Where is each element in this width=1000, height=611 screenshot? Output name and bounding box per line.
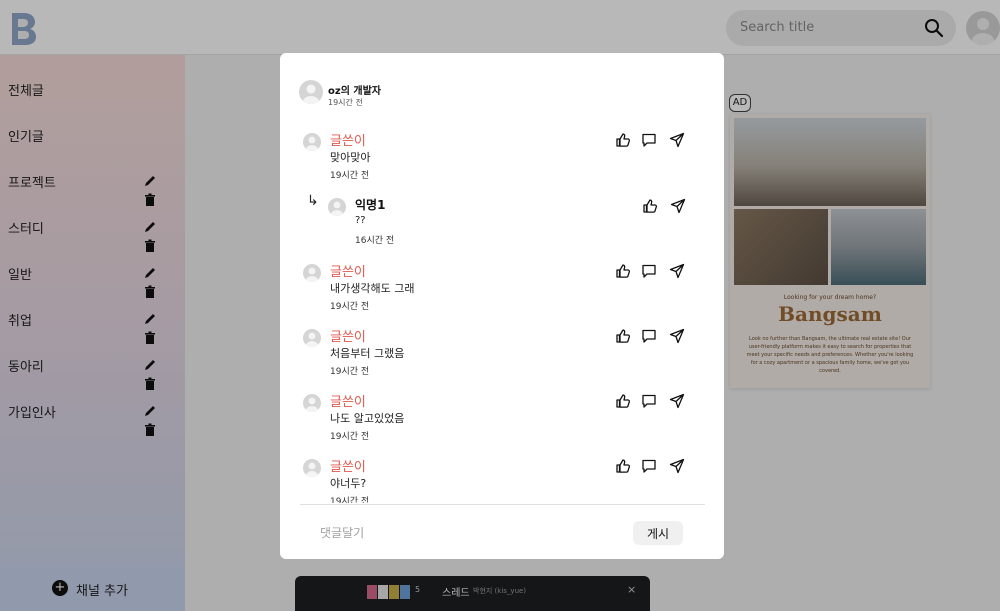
reply-arrow-icon: ↳ xyxy=(307,193,319,209)
comment-icon[interactable] xyxy=(641,263,657,279)
thumbs-up-icon[interactable] xyxy=(615,393,631,409)
reply-item: ↳ 익명1 ?? 16시간 전 xyxy=(280,190,724,250)
comment-list[interactable]: 글쓴이 맞아맞아 19시간 전 ↳ 익명1 ?? 16시간 전 글쓴이 내가생각… xyxy=(280,125,724,503)
comment-text: 야너두? xyxy=(330,477,367,490)
thumbs-up-icon[interactable] xyxy=(615,458,631,474)
comment-input[interactable] xyxy=(320,523,620,543)
avatar xyxy=(328,198,346,216)
comment-item: 글쓴이 나도 알고있었음 19시간 전 xyxy=(280,386,724,446)
comment-item: 글쓴이 내가생각해도 그래 19시간 전 xyxy=(280,256,724,316)
avatar xyxy=(303,133,321,151)
comment-author: 글쓴이 xyxy=(330,460,366,475)
comment-icon[interactable] xyxy=(641,458,657,474)
comment-author: 글쓴이 xyxy=(330,395,366,410)
comment-text: 내가생각해도 그래 xyxy=(330,282,415,295)
avatar xyxy=(303,459,321,477)
reply-time: 16시간 전 xyxy=(355,236,395,246)
divider xyxy=(300,504,705,505)
send-icon[interactable] xyxy=(669,263,685,279)
comment-text: 나도 알고있었음 xyxy=(330,412,405,425)
comment-author: 글쓴이 xyxy=(330,265,366,280)
comment-time: 19시간 전 xyxy=(330,497,370,503)
reply-text: ?? xyxy=(355,215,366,226)
comment-item: 글쓴이 야너두? 19시간 전 xyxy=(280,451,724,503)
thumbs-up-icon[interactable] xyxy=(615,132,631,148)
send-icon[interactable] xyxy=(669,458,685,474)
avatar xyxy=(299,80,323,104)
comment-author: 글쓴이 xyxy=(330,134,366,149)
avatar xyxy=(303,394,321,412)
comments-modal: oz의 개발자 19시간 전 글쓴이 맞아맞아 19시간 전 ↳ 익명1 ?? … xyxy=(280,53,724,559)
comment-icon[interactable] xyxy=(641,132,657,148)
comment-text: 처음부터 그랬음 xyxy=(330,347,405,360)
send-icon[interactable] xyxy=(669,132,685,148)
thumbs-up-icon[interactable] xyxy=(615,328,631,344)
comment-icon[interactable] xyxy=(641,393,657,409)
reply-author: 익명1 xyxy=(355,198,386,212)
avatar xyxy=(303,329,321,347)
comment-time: 19시간 전 xyxy=(330,432,370,442)
send-icon[interactable] xyxy=(669,328,685,344)
send-icon[interactable] xyxy=(670,198,686,214)
comment-time: 19시간 전 xyxy=(330,367,370,377)
post-button[interactable]: 게시 xyxy=(633,521,683,545)
avatar xyxy=(303,264,321,282)
comment-time: 19시간 전 xyxy=(330,302,370,312)
thumbs-up-icon[interactable] xyxy=(642,198,658,214)
post-author: oz의 개발자 xyxy=(328,86,381,97)
send-icon[interactable] xyxy=(669,393,685,409)
comment-author: 글쓴이 xyxy=(330,330,366,345)
thumbs-up-icon[interactable] xyxy=(615,263,631,279)
comment-item: 글쓴이 처음부터 그랬음 19시간 전 xyxy=(280,321,724,381)
comment-item: 글쓴이 맞아맞아 19시간 전 xyxy=(280,125,724,185)
post-time: 19시간 전 xyxy=(328,98,363,107)
comment-time: 19시간 전 xyxy=(330,171,370,181)
comment-icon[interactable] xyxy=(641,328,657,344)
comment-text: 맞아맞아 xyxy=(330,151,371,164)
